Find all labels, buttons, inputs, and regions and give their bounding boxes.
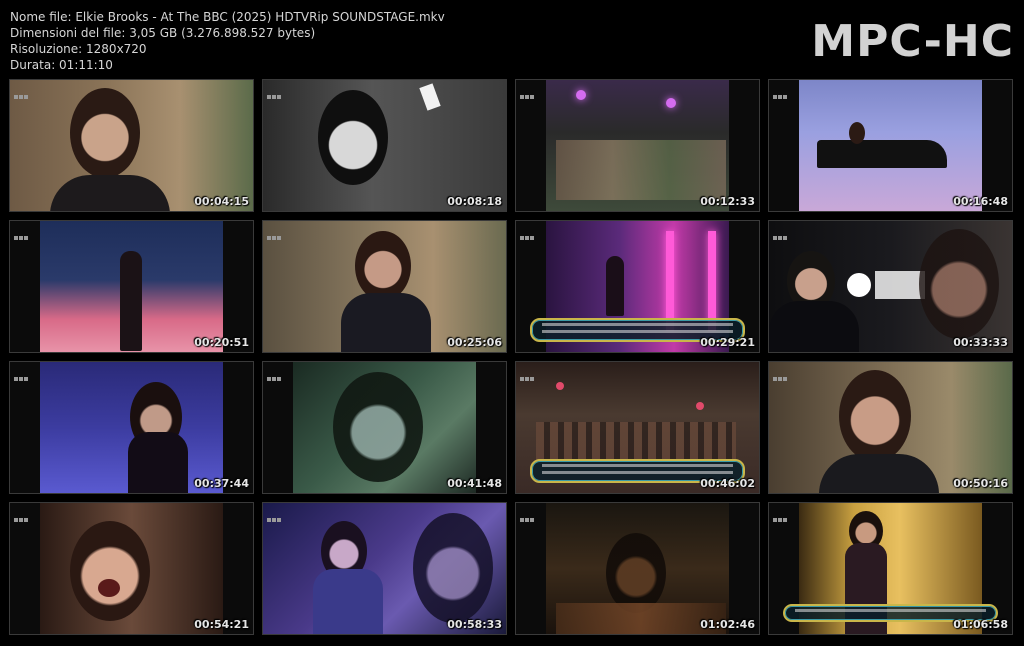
file-duration: Durata: 01:11:10 xyxy=(10,58,113,72)
file-name: Nome file: Elkie Brooks - At The BBC (20… xyxy=(10,10,445,24)
thumbnail-timestamp: 00:46:02 xyxy=(700,477,755,490)
thumbnail-timestamp: 00:58:33 xyxy=(447,618,502,631)
thumbnail-15[interactable]: 01:02:46 xyxy=(515,502,760,635)
thumbnail-grid: 00:04:15 00:08:18 00:12:33 00:16:48 00:2… xyxy=(9,79,1015,639)
thumbnail-6[interactable]: 00:25:06 xyxy=(262,220,507,353)
thumbnail-11[interactable]: 00:46:02 xyxy=(515,361,760,494)
thumbnail-timestamp: 00:04:15 xyxy=(194,195,249,208)
thumbnail-timestamp: 00:50:16 xyxy=(953,477,1008,490)
thumbnail-timestamp: 00:41:48 xyxy=(447,477,502,490)
frame-marker-icon xyxy=(267,225,283,240)
thumbnail-timestamp: 00:08:18 xyxy=(447,195,502,208)
mpc-hc-logo: MPC-HC xyxy=(811,16,1014,67)
thumbnail-timestamp: 01:06:58 xyxy=(953,618,1008,631)
thumbnail-14[interactable]: 00:58:33 xyxy=(262,502,507,635)
frame-marker-icon xyxy=(773,225,789,240)
thumbnail-5[interactable]: 00:20:51 xyxy=(9,220,254,353)
frame-marker-icon xyxy=(267,84,283,99)
thumbnail-timestamp: 00:25:06 xyxy=(447,336,502,349)
thumbnail-timestamp: 01:02:46 xyxy=(700,618,755,631)
thumbnail-timestamp: 00:37:44 xyxy=(194,477,249,490)
frame-marker-icon xyxy=(520,366,536,381)
thumbnail-7[interactable]: 00:29:21 xyxy=(515,220,760,353)
thumbnail-4[interactable]: 00:16:48 xyxy=(768,79,1013,212)
file-size: Dimensioni del file: 3,05 GB (3.276.898.… xyxy=(10,26,316,40)
frame-marker-icon xyxy=(520,84,536,99)
frame-marker-icon xyxy=(520,225,536,240)
frame-marker-icon xyxy=(14,225,30,240)
frame-marker-icon xyxy=(520,507,536,522)
frame-marker-icon xyxy=(14,507,30,522)
thumbnail-10[interactable]: 00:41:48 xyxy=(262,361,507,494)
thumbnail-2[interactable]: 00:08:18 xyxy=(262,79,507,212)
thumbnail-timestamp: 00:29:21 xyxy=(700,336,755,349)
thumbnail-timestamp: 00:33:33 xyxy=(953,336,1008,349)
frame-marker-icon xyxy=(14,84,30,99)
frame-marker-icon xyxy=(773,84,789,99)
frame-marker-icon xyxy=(267,366,283,381)
file-info-panel: Nome file: Elkie Brooks - At The BBC (20… xyxy=(10,9,445,73)
frame-marker-icon xyxy=(773,366,789,381)
thumbnail-timestamp: 00:12:33 xyxy=(700,195,755,208)
frame-marker-icon xyxy=(14,366,30,381)
thumbnail-1[interactable]: 00:04:15 xyxy=(9,79,254,212)
thumbnail-timestamp: 00:20:51 xyxy=(194,336,249,349)
thumbnail-9[interactable]: 00:37:44 xyxy=(9,361,254,494)
thumbnail-13[interactable]: 00:54:21 xyxy=(9,502,254,635)
thumbnail-8[interactable]: 00:33:33 xyxy=(768,220,1013,353)
thumbnail-timestamp: 00:16:48 xyxy=(953,195,1008,208)
thumbnail-3[interactable]: 00:12:33 xyxy=(515,79,760,212)
file-resolution: Risoluzione: 1280x720 xyxy=(10,42,147,56)
frame-marker-icon xyxy=(267,507,283,522)
thumbnail-timestamp: 00:54:21 xyxy=(194,618,249,631)
frame-marker-icon xyxy=(773,507,789,522)
thumbnail-12[interactable]: 00:50:16 xyxy=(768,361,1013,494)
thumbnail-16[interactable]: 01:06:58 xyxy=(768,502,1013,635)
